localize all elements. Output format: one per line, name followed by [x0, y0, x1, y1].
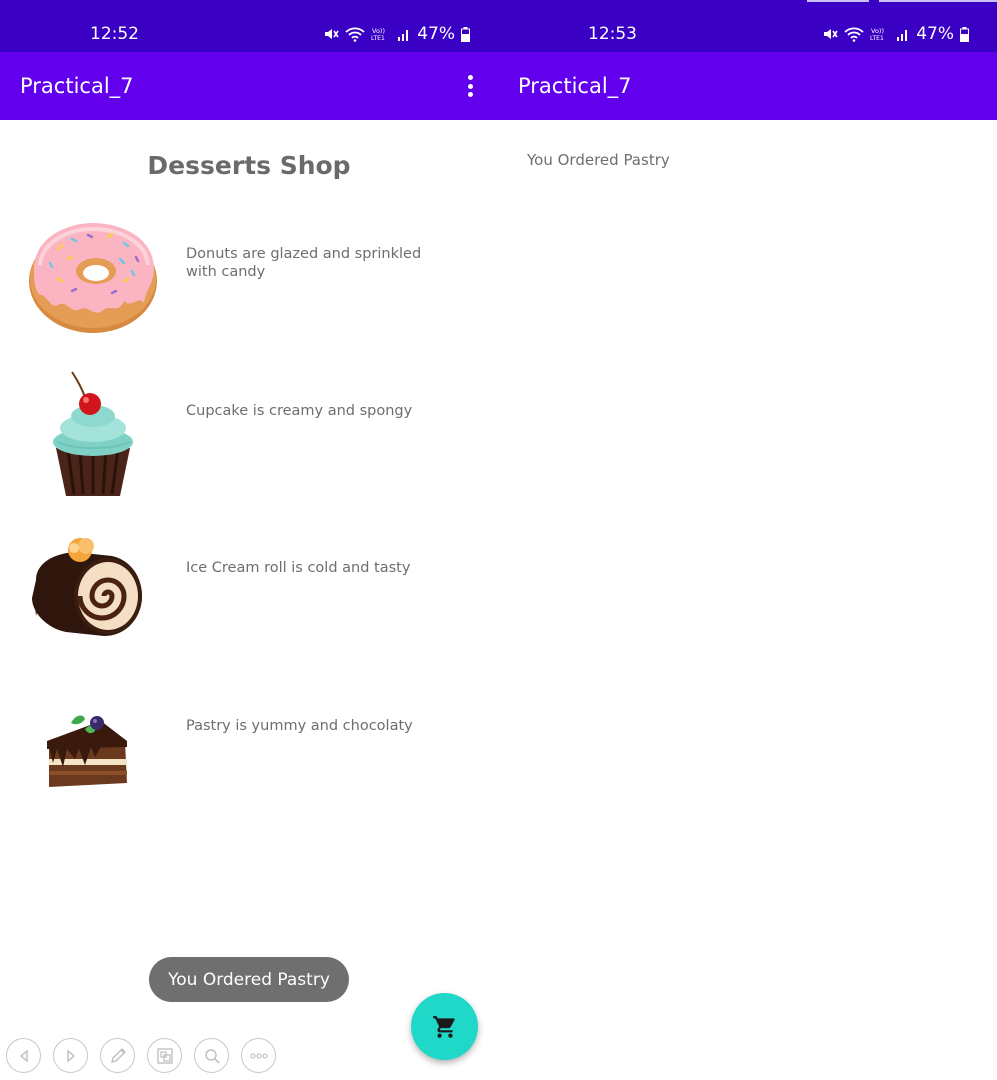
battery-percent: 47%: [417, 24, 455, 44]
svg-text:LTE1: LTE1: [371, 35, 385, 42]
app-bar: Practical_7: [0, 52, 498, 120]
battery-icon: [960, 26, 969, 42]
svg-text:LTE1: LTE1: [870, 35, 884, 42]
order-message: You Ordered Pastry: [527, 151, 670, 169]
cupcake-description: Cupcake is creamy and spongy: [186, 403, 413, 419]
app-title: Practical_7: [518, 74, 632, 98]
cupcake-image[interactable]: [48, 370, 138, 500]
status-bar: 12:52 Vo)) LTE1 47%: [0, 0, 498, 52]
forward-icon: [66, 1049, 75, 1062]
pen-button[interactable]: [100, 1038, 135, 1073]
battery-icon: [461, 26, 470, 42]
right-screen: 12:53 Vo)) LTE1 47% Practical_7 You Order…: [498, 0, 997, 1080]
search-icon: [204, 1048, 220, 1064]
page-title: Desserts Shop: [147, 151, 351, 180]
top-indicator: [807, 0, 997, 2]
back-button[interactable]: [6, 1038, 41, 1073]
status-time: 12:52: [90, 24, 139, 44]
status-icons: Vo)) LTE1 47%: [323, 24, 470, 44]
status-bar: 12:53 Vo)) LTE1 47%: [498, 0, 997, 52]
mute-icon: [824, 29, 838, 39]
pastry-image[interactable]: [45, 709, 129, 791]
pen-icon: [110, 1047, 126, 1063]
cart-fab-button[interactable]: [411, 993, 478, 1060]
signal-icon: [897, 30, 908, 41]
screenshot-icon: [156, 1047, 173, 1064]
more-button[interactable]: [241, 1038, 276, 1073]
floating-toolbar: [6, 1038, 276, 1073]
status-icons: Vo)) LTE1 47%: [822, 24, 969, 44]
more-vert-icon[interactable]: [460, 72, 480, 100]
pastry-description: Pastry is yummy and chocolaty: [186, 718, 413, 734]
app-bar: Practical_7: [498, 52, 997, 120]
left-screen: 12:52 Vo)) LTE1 47% Practical_7 Desserts …: [0, 0, 498, 1080]
toast-message: You Ordered Pastry: [149, 957, 349, 1002]
more-icon: [249, 1052, 268, 1059]
back-icon: [19, 1049, 28, 1062]
wifi-icon: [844, 27, 864, 42]
volte-icon: Vo))LTE1: [870, 27, 884, 42]
search-button[interactable]: [194, 1038, 229, 1073]
screenshot-button[interactable]: [147, 1038, 182, 1073]
forward-button[interactable]: [53, 1038, 88, 1073]
svg-text:Vo)): Vo)): [871, 27, 884, 35]
status-time: 12:53: [588, 24, 637, 44]
signal-icon: [398, 30, 409, 41]
ice-cream-roll-description: Ice Cream roll is cold and tasty: [186, 560, 411, 576]
battery-percent: 47%: [916, 24, 954, 44]
ice-cream-roll-image[interactable]: [30, 536, 145, 640]
volte-icon: Vo))LTE1: [371, 27, 385, 42]
app-title: Practical_7: [20, 74, 134, 98]
shopping-cart-icon: [432, 1015, 455, 1038]
svg-text:Vo)): Vo)): [372, 27, 385, 35]
wifi-icon: [345, 27, 365, 42]
donut-description: Donuts are glazed and sprinkled with can…: [186, 246, 422, 280]
mute-icon: [325, 29, 339, 39]
donut-image[interactable]: [28, 219, 159, 335]
